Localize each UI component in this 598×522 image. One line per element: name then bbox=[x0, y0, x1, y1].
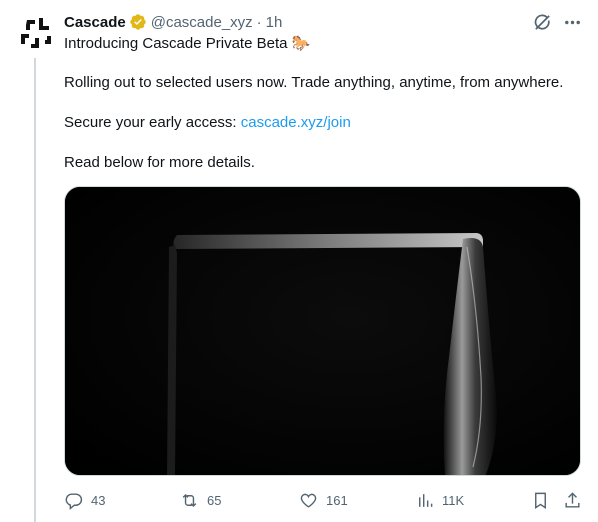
retweet-icon bbox=[182, 493, 197, 507]
tweet-header: Cascade @cascade_xyz · 1h bbox=[64, 12, 282, 32]
retweet-count: 65 bbox=[207, 492, 222, 508]
tweet-actions: 43 65 161 11K bbox=[64, 489, 584, 511]
separator-dot: · bbox=[256, 13, 262, 31]
join-link[interactable]: cascade.xyz/join bbox=[241, 114, 351, 131]
heart-icon bbox=[300, 493, 317, 508]
tweet-media-image[interactable] bbox=[64, 186, 581, 476]
author-handle[interactable]: @cascade_xyz bbox=[151, 14, 253, 31]
access-prefix: Secure your early access: bbox=[64, 114, 241, 131]
tweet-line-access: Secure your early access: cascade.xyz/jo… bbox=[64, 113, 351, 133]
more-icon[interactable] bbox=[562, 12, 582, 32]
verified-badge-icon bbox=[129, 13, 147, 31]
share-button[interactable] bbox=[563, 491, 582, 510]
tweet-line-details: Read below for more details. bbox=[64, 154, 255, 171]
bookmark-button[interactable] bbox=[531, 491, 550, 510]
avatar[interactable] bbox=[17, 14, 57, 54]
grok-icon[interactable] bbox=[532, 12, 552, 32]
timestamp[interactable]: 1h bbox=[266, 14, 283, 31]
views-button[interactable]: 11K bbox=[415, 491, 464, 510]
tweet-line-rollout: Rolling out to selected users now. Trade… bbox=[64, 74, 564, 91]
author-name[interactable]: Cascade bbox=[64, 14, 126, 31]
like-count: 161 bbox=[326, 492, 348, 508]
retweet-button[interactable]: 65 bbox=[180, 491, 221, 510]
views-icon bbox=[419, 493, 433, 507]
share-icon bbox=[565, 491, 580, 508]
reply-button[interactable]: 43 bbox=[64, 491, 105, 510]
tweet-title: Introducing Cascade Private Beta 🐎 bbox=[64, 35, 311, 52]
bookmark-icon bbox=[535, 492, 546, 509]
reply-icon bbox=[65, 492, 83, 510]
reply-count: 43 bbox=[91, 492, 106, 508]
views-count: 11K bbox=[442, 492, 465, 508]
thread-line bbox=[34, 58, 36, 522]
like-button[interactable]: 161 bbox=[299, 491, 348, 510]
